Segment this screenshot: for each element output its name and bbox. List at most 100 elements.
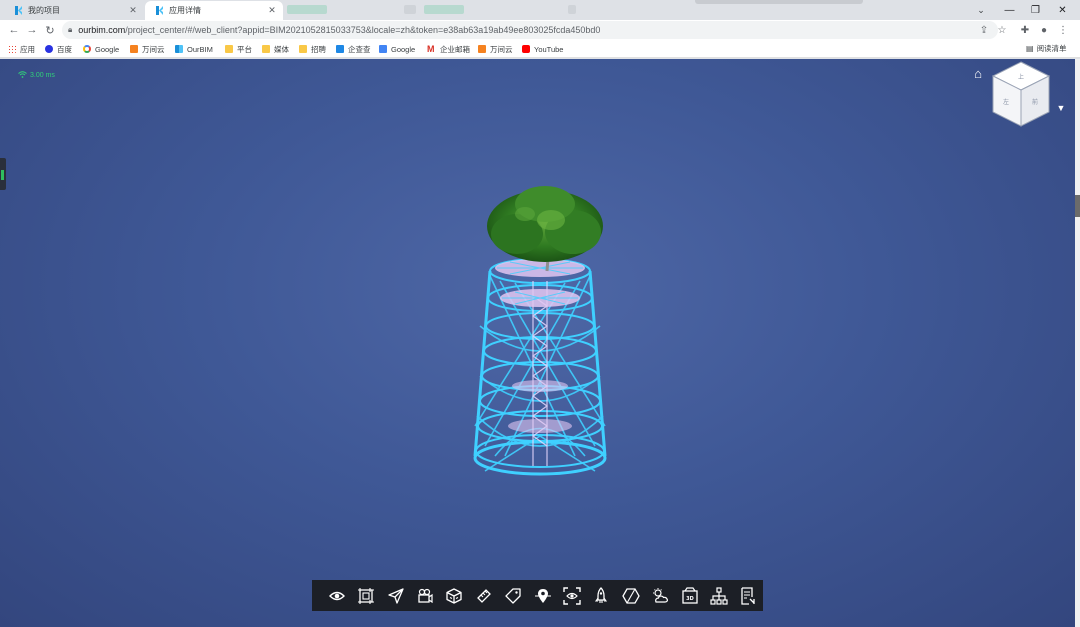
- properties-document-icon[interactable]: [734, 584, 763, 608]
- bookmark-google-translate[interactable]: Google: [379, 43, 415, 55]
- latency-value: 3.00 ms: [30, 72, 55, 79]
- extensions-puzzle-icon[interactable]: ✚: [1018, 23, 1032, 37]
- bookmark-google[interactable]: Google: [83, 43, 119, 55]
- material-hexagon-icon[interactable]: [616, 584, 645, 608]
- google-icon: [83, 45, 91, 53]
- forward-arrow-icon[interactable]: →: [24, 22, 40, 38]
- folder-icon: [299, 45, 307, 53]
- svg-text:上: 上: [1018, 73, 1024, 81]
- structure-tree-icon[interactable]: [704, 584, 733, 608]
- home-icon[interactable]: ⌂: [971, 67, 985, 81]
- bookmark-label: 企查查: [348, 44, 371, 54]
- location-pin-icon[interactable]: [528, 584, 557, 608]
- blurred-tab[interactable]: [287, 5, 327, 14]
- 3d-view-box-icon[interactable]: 3D: [675, 584, 704, 608]
- tag-icon[interactable]: [498, 584, 527, 608]
- eye-icon[interactable]: [322, 584, 351, 608]
- svg-text:左: 左: [1003, 98, 1009, 106]
- tab-search-chevron-icon[interactable]: ⌄: [970, 2, 992, 18]
- bookmark-label: 应用: [20, 44, 35, 54]
- blurred-tab[interactable]: [424, 5, 464, 14]
- tab-my-projects[interactable]: 我的项目 ✕: [4, 1, 144, 20]
- bookmark-folder-platform[interactable]: 平台: [225, 43, 252, 55]
- tab-close-icon[interactable]: ✕: [128, 5, 138, 16]
- share-icon[interactable]: ⇪: [977, 23, 991, 37]
- blurred-tab[interactable]: [568, 5, 576, 14]
- bim-model-tower[interactable]: [455, 186, 625, 506]
- focus-view-icon[interactable]: [557, 584, 586, 608]
- bookmark-label: 百度: [57, 44, 72, 54]
- close-window-icon[interactable]: ✕: [1049, 0, 1076, 20]
- explode-rocket-icon[interactable]: [587, 584, 616, 608]
- bim-toolbar: 3D: [312, 580, 763, 611]
- svg-text:3D: 3D: [686, 596, 694, 602]
- bookmark-youtube[interactable]: YouTube: [522, 43, 563, 55]
- svg-text:前: 前: [1032, 98, 1038, 106]
- bookmark-wanjianyun-2[interactable]: 万间云: [478, 43, 513, 55]
- tab-title: 我的项目: [28, 6, 60, 15]
- blurred-tab[interactable]: [404, 5, 416, 14]
- back-arrow-icon[interactable]: ←: [6, 22, 22, 38]
- url-host: ourbim.com: [78, 25, 126, 35]
- wifi-icon: [18, 71, 27, 80]
- url-path: /project_center/#/web_client?appid=BIM20…: [125, 25, 601, 35]
- section-box-icon[interactable]: [351, 584, 380, 608]
- page-scrollbar[interactable]: [1075, 59, 1080, 627]
- reading-list-icon: ▤: [1026, 44, 1034, 53]
- side-panel-handle[interactable]: [0, 158, 6, 190]
- ourbim-logo-icon: [155, 6, 164, 15]
- bookmark-folder-recruit[interactable]: 招聘: [299, 43, 326, 55]
- reading-list[interactable]: ▤ 阅读清单: [1026, 43, 1067, 54]
- bookmark-folder-media[interactable]: 媒体: [262, 43, 289, 55]
- tab-close-icon[interactable]: ✕: [267, 5, 277, 16]
- apps-grid-icon: [8, 45, 16, 53]
- scrollbar-thumb[interactable]: [1075, 195, 1080, 217]
- camera-icon[interactable]: [410, 584, 439, 608]
- tab-app-details[interactable]: 应用详情 ✕: [145, 1, 283, 20]
- reading-list-label: 阅读清单: [1036, 44, 1067, 53]
- bookmark-qichacha[interactable]: 企查查: [336, 43, 371, 55]
- bookmark-star-icon[interactable]: ☆: [995, 23, 1009, 37]
- network-latency: 3.00 ms: [18, 71, 55, 80]
- folder-icon: [262, 45, 270, 53]
- measure-ruler-icon[interactable]: [469, 584, 498, 608]
- address-bar[interactable]: 🔒︎ ourbim.com /project_center/#/web_clie…: [62, 21, 998, 39]
- lock-icon: 🔒︎: [68, 25, 73, 34]
- minimize-icon[interactable]: —: [996, 0, 1023, 20]
- bookmark-label: 企业邮箱: [440, 44, 470, 54]
- weather-cloud-sun-icon[interactable]: [645, 584, 674, 608]
- folder-icon: [225, 45, 233, 53]
- youtube-icon: [522, 45, 530, 53]
- bookmark-label: Google: [95, 44, 120, 54]
- model-box-icon[interactable]: [440, 584, 469, 608]
- bim-3d-viewport[interactable]: 3.00 ms ⌂ 上 左 前 ▼ 3D: [0, 59, 1075, 627]
- browser-tab-strip: 我的项目 ✕ 应用详情 ✕ ⌄ — ❐ ✕: [0, 0, 1080, 20]
- bookmark-label: Google: [391, 44, 416, 54]
- bookmark-label: 招聘: [311, 44, 326, 54]
- reload-icon[interactable]: ↻: [42, 22, 58, 38]
- bookmark-label: 万间云: [490, 44, 513, 54]
- ourbim-logo-icon: [14, 6, 23, 15]
- wanjianyun-icon: [478, 45, 486, 53]
- menu-kebab-icon[interactable]: ⋮: [1056, 23, 1070, 37]
- blurred-popup: [695, 0, 863, 4]
- browser-toolbar: ← → ↻ 🔒︎ ourbim.com /project_center/#/we…: [0, 20, 1080, 40]
- bookmark-ourbim[interactable]: OurBIM: [175, 43, 213, 55]
- bookmark-wanjianyun[interactable]: 万间云: [130, 43, 165, 55]
- restore-icon[interactable]: ❐: [1022, 0, 1049, 20]
- bookmark-mail[interactable]: M 企业邮箱: [427, 43, 470, 55]
- bookmark-label: 媒体: [274, 44, 289, 54]
- bookmark-label: YouTube: [534, 44, 564, 54]
- tab-title: 应用详情: [169, 6, 201, 15]
- mail-icon: M: [427, 44, 435, 54]
- wanjianyun-icon: [130, 45, 138, 53]
- profile-avatar-icon[interactable]: ●: [1037, 23, 1051, 37]
- bookmark-apps[interactable]: 应用: [8, 43, 35, 55]
- roam-paper-plane-icon[interactable]: [381, 584, 410, 608]
- bookmark-baidu[interactable]: 百度: [45, 43, 72, 55]
- qichacha-icon: [336, 45, 344, 53]
- ourbim-icon: [175, 45, 183, 53]
- view-cube[interactable]: 上 左 前: [988, 59, 1054, 131]
- bookmarks-bar: 应用 百度 Google 万间云 OurBIM 平台 媒体 招聘 企查查 Goo…: [0, 40, 1080, 58]
- view-cube-dropdown-icon[interactable]: ▼: [1054, 103, 1068, 115]
